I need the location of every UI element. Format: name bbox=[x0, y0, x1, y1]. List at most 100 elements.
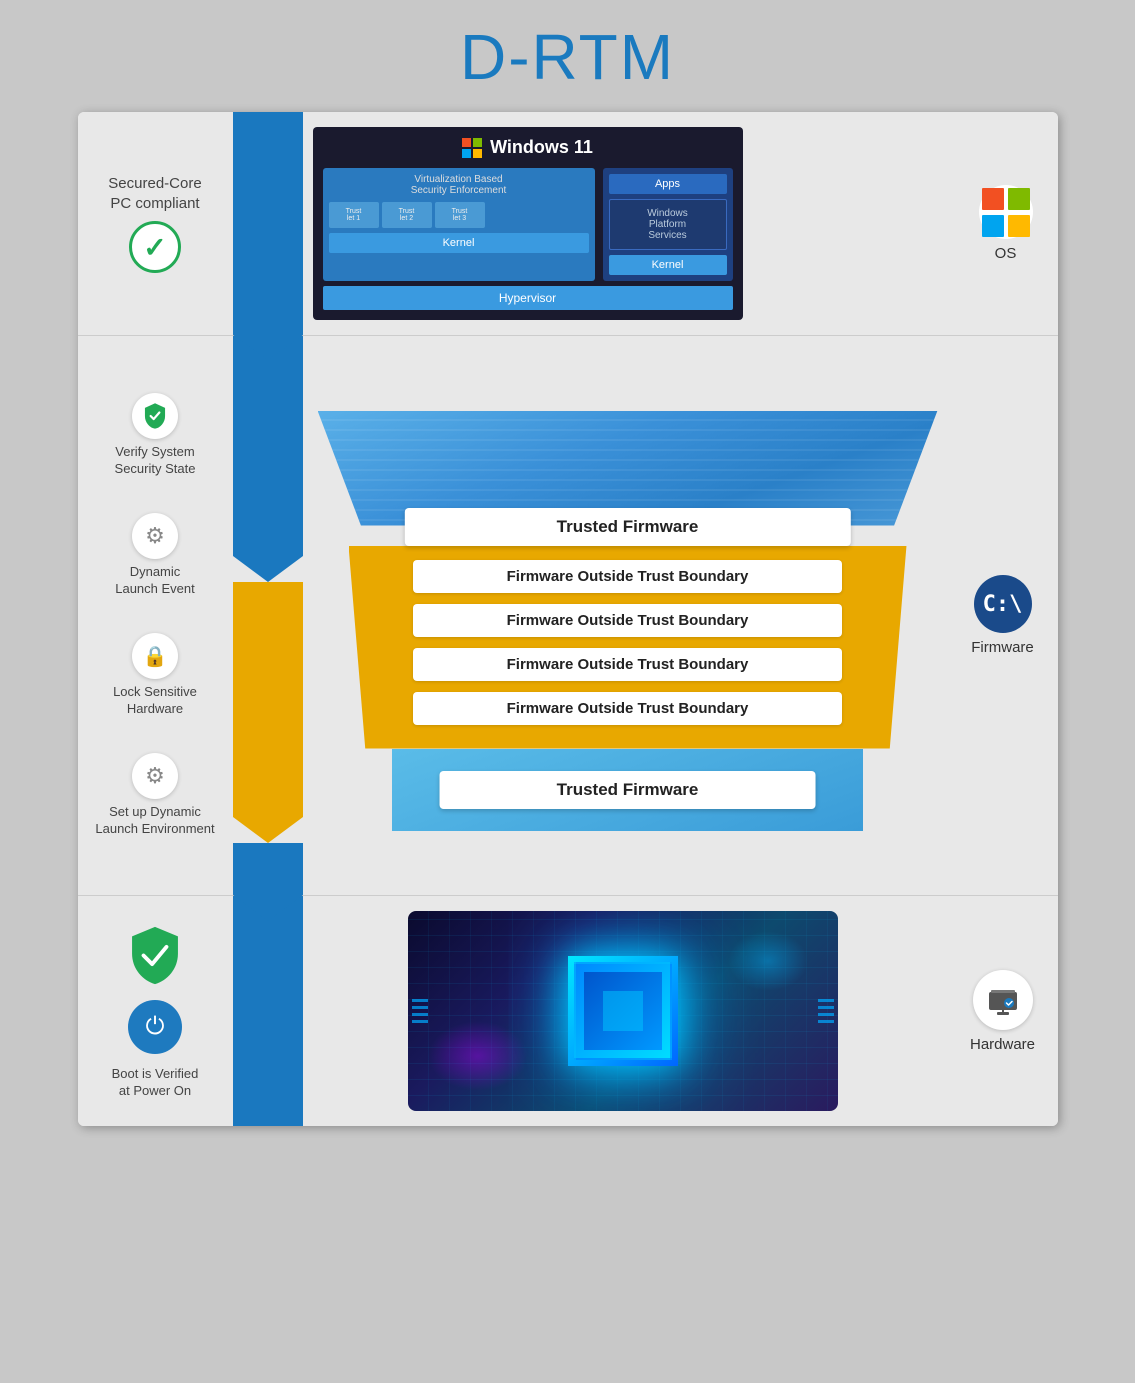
col-ribbon-os bbox=[233, 112, 303, 335]
col-main-os: Windows 11 Virtualization Based Security… bbox=[303, 112, 1048, 335]
hardware-badge-icon bbox=[985, 982, 1021, 1018]
step-verify-icon-circle bbox=[132, 393, 178, 439]
chip-glow-right bbox=[728, 931, 808, 991]
page-container: D-RTM Secured-Core PC compliant ✓ bbox=[0, 0, 1135, 1383]
os-check-circle: ✓ bbox=[129, 221, 181, 273]
ribbon-blue-os bbox=[233, 112, 303, 335]
fw-blue-top-wrapper: Trusted Firmware bbox=[318, 411, 938, 526]
row-firmware: Verify SystemSecurity State ⚙ DynamicLau… bbox=[78, 336, 1058, 896]
kernel-right: Kernel bbox=[609, 255, 727, 275]
os-icon-label: OS bbox=[995, 245, 1017, 262]
pin bbox=[412, 1006, 428, 1009]
win11-header: Windows 11 bbox=[323, 137, 733, 158]
step-setup: ⚙ Set up DynamicLaunch Environment bbox=[95, 753, 214, 838]
step-launch-event: ⚙ DynamicLaunch Event bbox=[115, 513, 195, 598]
fw-outside-3: Firmware Outside Trust Boundary bbox=[413, 648, 841, 681]
chip-pins-left bbox=[408, 999, 428, 1023]
fw-trusted-top-label: Trusted Firmware bbox=[404, 508, 850, 546]
ribbon-blue-fw-arrow bbox=[233, 556, 303, 582]
firmware-cmd-icon: C:\ bbox=[974, 575, 1032, 633]
chip-glow-left bbox=[428, 1021, 528, 1091]
col-right-firmware: C:\ Firmware bbox=[948, 336, 1058, 895]
trustlet-1: Trustlet 1 bbox=[329, 202, 379, 228]
ribbon-yellow-fw-arrow bbox=[233, 817, 303, 843]
fw-outside-4: Firmware Outside Trust Boundary bbox=[413, 692, 841, 725]
shield-check-icon bbox=[141, 402, 169, 430]
ribbon-blue-hw bbox=[233, 896, 303, 1126]
fw-stack-wrapper: Trusted Firmware Firmware Outside Trust … bbox=[318, 411, 938, 831]
win11-right-panel: Apps Windows Platform Services Kernel bbox=[603, 168, 733, 281]
trustlets: Trustlet 1 Trustlet 2 Trustlet 3 bbox=[329, 202, 589, 228]
ribbon-blue-fw-bottom-arrow bbox=[233, 895, 303, 921]
fw-trusted-bottom-label: Trusted Firmware bbox=[439, 771, 816, 809]
trustlet-2: Trustlet 2 bbox=[382, 202, 432, 228]
step-lock: 🔒 Lock SensitiveHardware bbox=[113, 633, 197, 718]
col-right-hardware: Hardware bbox=[948, 896, 1058, 1126]
vbs-title: Virtualization Based Security Enforcemen… bbox=[329, 174, 589, 196]
ribbon-arrow-os bbox=[233, 335, 303, 360]
cmd-text: C:\ bbox=[983, 592, 1023, 617]
ribbon-yellow-fw bbox=[233, 582, 303, 817]
firmware-icon-label: Firmware bbox=[971, 639, 1034, 656]
chip-core bbox=[568, 956, 678, 1066]
boot-label: Boot is Verified at Power On bbox=[112, 1066, 199, 1100]
hardware-icon-circle bbox=[973, 970, 1033, 1030]
fw-yellow-body: Firmware Outside Trust Boundary Firmware… bbox=[349, 546, 907, 749]
windows-logo bbox=[462, 138, 482, 158]
trustlet-3: Trustlet 3 bbox=[435, 202, 485, 228]
chip-pins-right bbox=[818, 999, 838, 1023]
win11-inner: Virtualization Based Security Enforcemen… bbox=[323, 168, 733, 281]
row-os: Secured-Core PC compliant ✓ Wi bbox=[78, 112, 1058, 336]
col-main-firmware: Trusted Firmware Firmware Outside Trust … bbox=[303, 336, 948, 895]
ms-sq-red bbox=[982, 188, 1004, 210]
fw-outside-2: Firmware Outside Trust Boundary bbox=[413, 604, 841, 637]
col-left-hardware: ⏻ Boot is Verified at Power On bbox=[78, 896, 233, 1126]
page-title: D-RTM bbox=[460, 20, 675, 94]
apps-label: Apps bbox=[609, 174, 727, 194]
ms-sq-yellow bbox=[1008, 215, 1030, 237]
col-main-hardware bbox=[303, 896, 948, 1126]
checkmark-icon: ✓ bbox=[143, 231, 166, 264]
hypervisor: Hypervisor bbox=[323, 286, 733, 310]
os-right-spacer bbox=[1048, 112, 1058, 335]
step-launch-event-icon-circle: ⚙ bbox=[132, 513, 178, 559]
step-setup-label: Set up DynamicLaunch Environment bbox=[95, 804, 214, 838]
step-setup-icon-circle: ⚙ bbox=[132, 753, 178, 799]
chip-image bbox=[408, 911, 838, 1111]
gear-icon-1: ⚙ bbox=[145, 523, 165, 549]
power-button-icon: ⏻ bbox=[128, 1000, 182, 1054]
col-ribbon-firmware bbox=[233, 336, 303, 895]
fw-blue-bottom-layer: Trusted Firmware bbox=[392, 749, 863, 831]
col-left-firmware: Verify SystemSecurity State ⚙ DynamicLau… bbox=[78, 336, 233, 895]
pin bbox=[818, 1020, 834, 1023]
chip-die-center bbox=[603, 991, 643, 1031]
fw-outside-1: Firmware Outside Trust Boundary bbox=[413, 560, 841, 593]
ribbon-blue-fw-bottom bbox=[233, 843, 303, 895]
pin bbox=[412, 999, 428, 1002]
microsoft-logo bbox=[979, 185, 1033, 239]
pin bbox=[818, 1013, 834, 1016]
shield-green-icon bbox=[125, 923, 185, 988]
step-launch-event-label: DynamicLaunch Event bbox=[115, 564, 195, 598]
col-left-os: Secured-Core PC compliant ✓ bbox=[78, 112, 233, 335]
os-icon-col: OS bbox=[979, 185, 1033, 262]
lock-icon: 🔒 bbox=[143, 644, 168, 669]
power-icon: ⏻ bbox=[146, 1013, 165, 1041]
col-ribbon-hardware bbox=[233, 896, 303, 1126]
win11-title: Windows 11 bbox=[490, 137, 593, 158]
chip-die bbox=[584, 972, 662, 1050]
step-verify: Verify SystemSecurity State bbox=[115, 393, 196, 478]
pin bbox=[818, 1006, 834, 1009]
row-hardware: ⏻ Boot is Verified at Power On bbox=[78, 896, 1058, 1126]
chip-inner bbox=[574, 962, 672, 1060]
ribbon-blue-fw-top bbox=[233, 336, 303, 556]
kernel-left: Kernel bbox=[329, 233, 589, 253]
pin bbox=[818, 999, 834, 1002]
hardware-icon-label: Hardware bbox=[970, 1036, 1035, 1053]
gear-icon-2: ⚙ bbox=[145, 763, 165, 789]
step-lock-label: Lock SensitiveHardware bbox=[113, 684, 197, 718]
diagram-wrapper: Secured-Core PC compliant ✓ Wi bbox=[78, 112, 1058, 1126]
pin bbox=[412, 1013, 428, 1016]
step-verify-label: Verify SystemSecurity State bbox=[115, 444, 196, 478]
os-left-label: Secured-Core PC compliant bbox=[108, 174, 201, 213]
